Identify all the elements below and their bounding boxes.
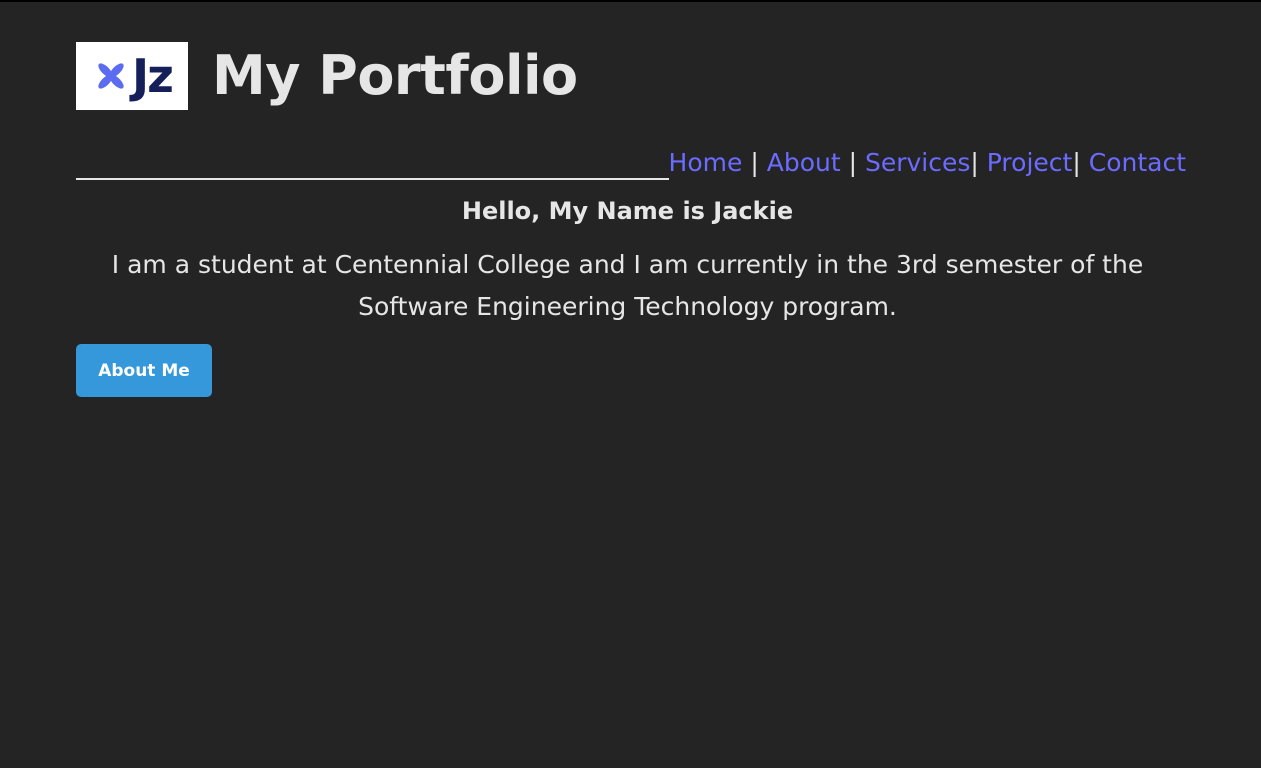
logo[interactable]: Jz — [76, 42, 188, 110]
nav-separator: | — [1072, 148, 1081, 177]
nav-separator: | — [750, 148, 759, 177]
nav-link-contact[interactable]: Contact — [1089, 146, 1186, 180]
nav-link-home[interactable]: Home — [669, 146, 743, 180]
main-nav: Home | About | Services | Project | Cont… — [669, 146, 1186, 180]
nav-link-services[interactable]: Services — [865, 146, 970, 180]
intro-paragraph: I am a student at Centennial College and… — [100, 244, 1155, 328]
nav-separator: | — [970, 148, 979, 177]
page-title: My Portfolio — [212, 44, 578, 107]
nav-link-about[interactable]: About — [767, 146, 841, 180]
greeting-heading: Hello, My Name is Jackie — [461, 197, 794, 225]
intro-line-2: Software Engineering Technology program. — [358, 292, 897, 321]
site-header: Jz My Portfolio — [76, 42, 578, 110]
top-border — [0, 0, 1261, 2]
nav-divider — [76, 178, 669, 180]
about-me-button[interactable]: About Me — [76, 344, 212, 397]
logo-text: Jz — [132, 49, 174, 103]
intro-line-1: I am a student at Centennial College and… — [111, 250, 1144, 279]
flower-icon — [98, 63, 124, 89]
nav-link-project[interactable]: Project — [987, 146, 1073, 180]
nav-bar: Home | About | Services | Project | Cont… — [76, 146, 1186, 180]
nav-separator: | — [848, 148, 858, 177]
